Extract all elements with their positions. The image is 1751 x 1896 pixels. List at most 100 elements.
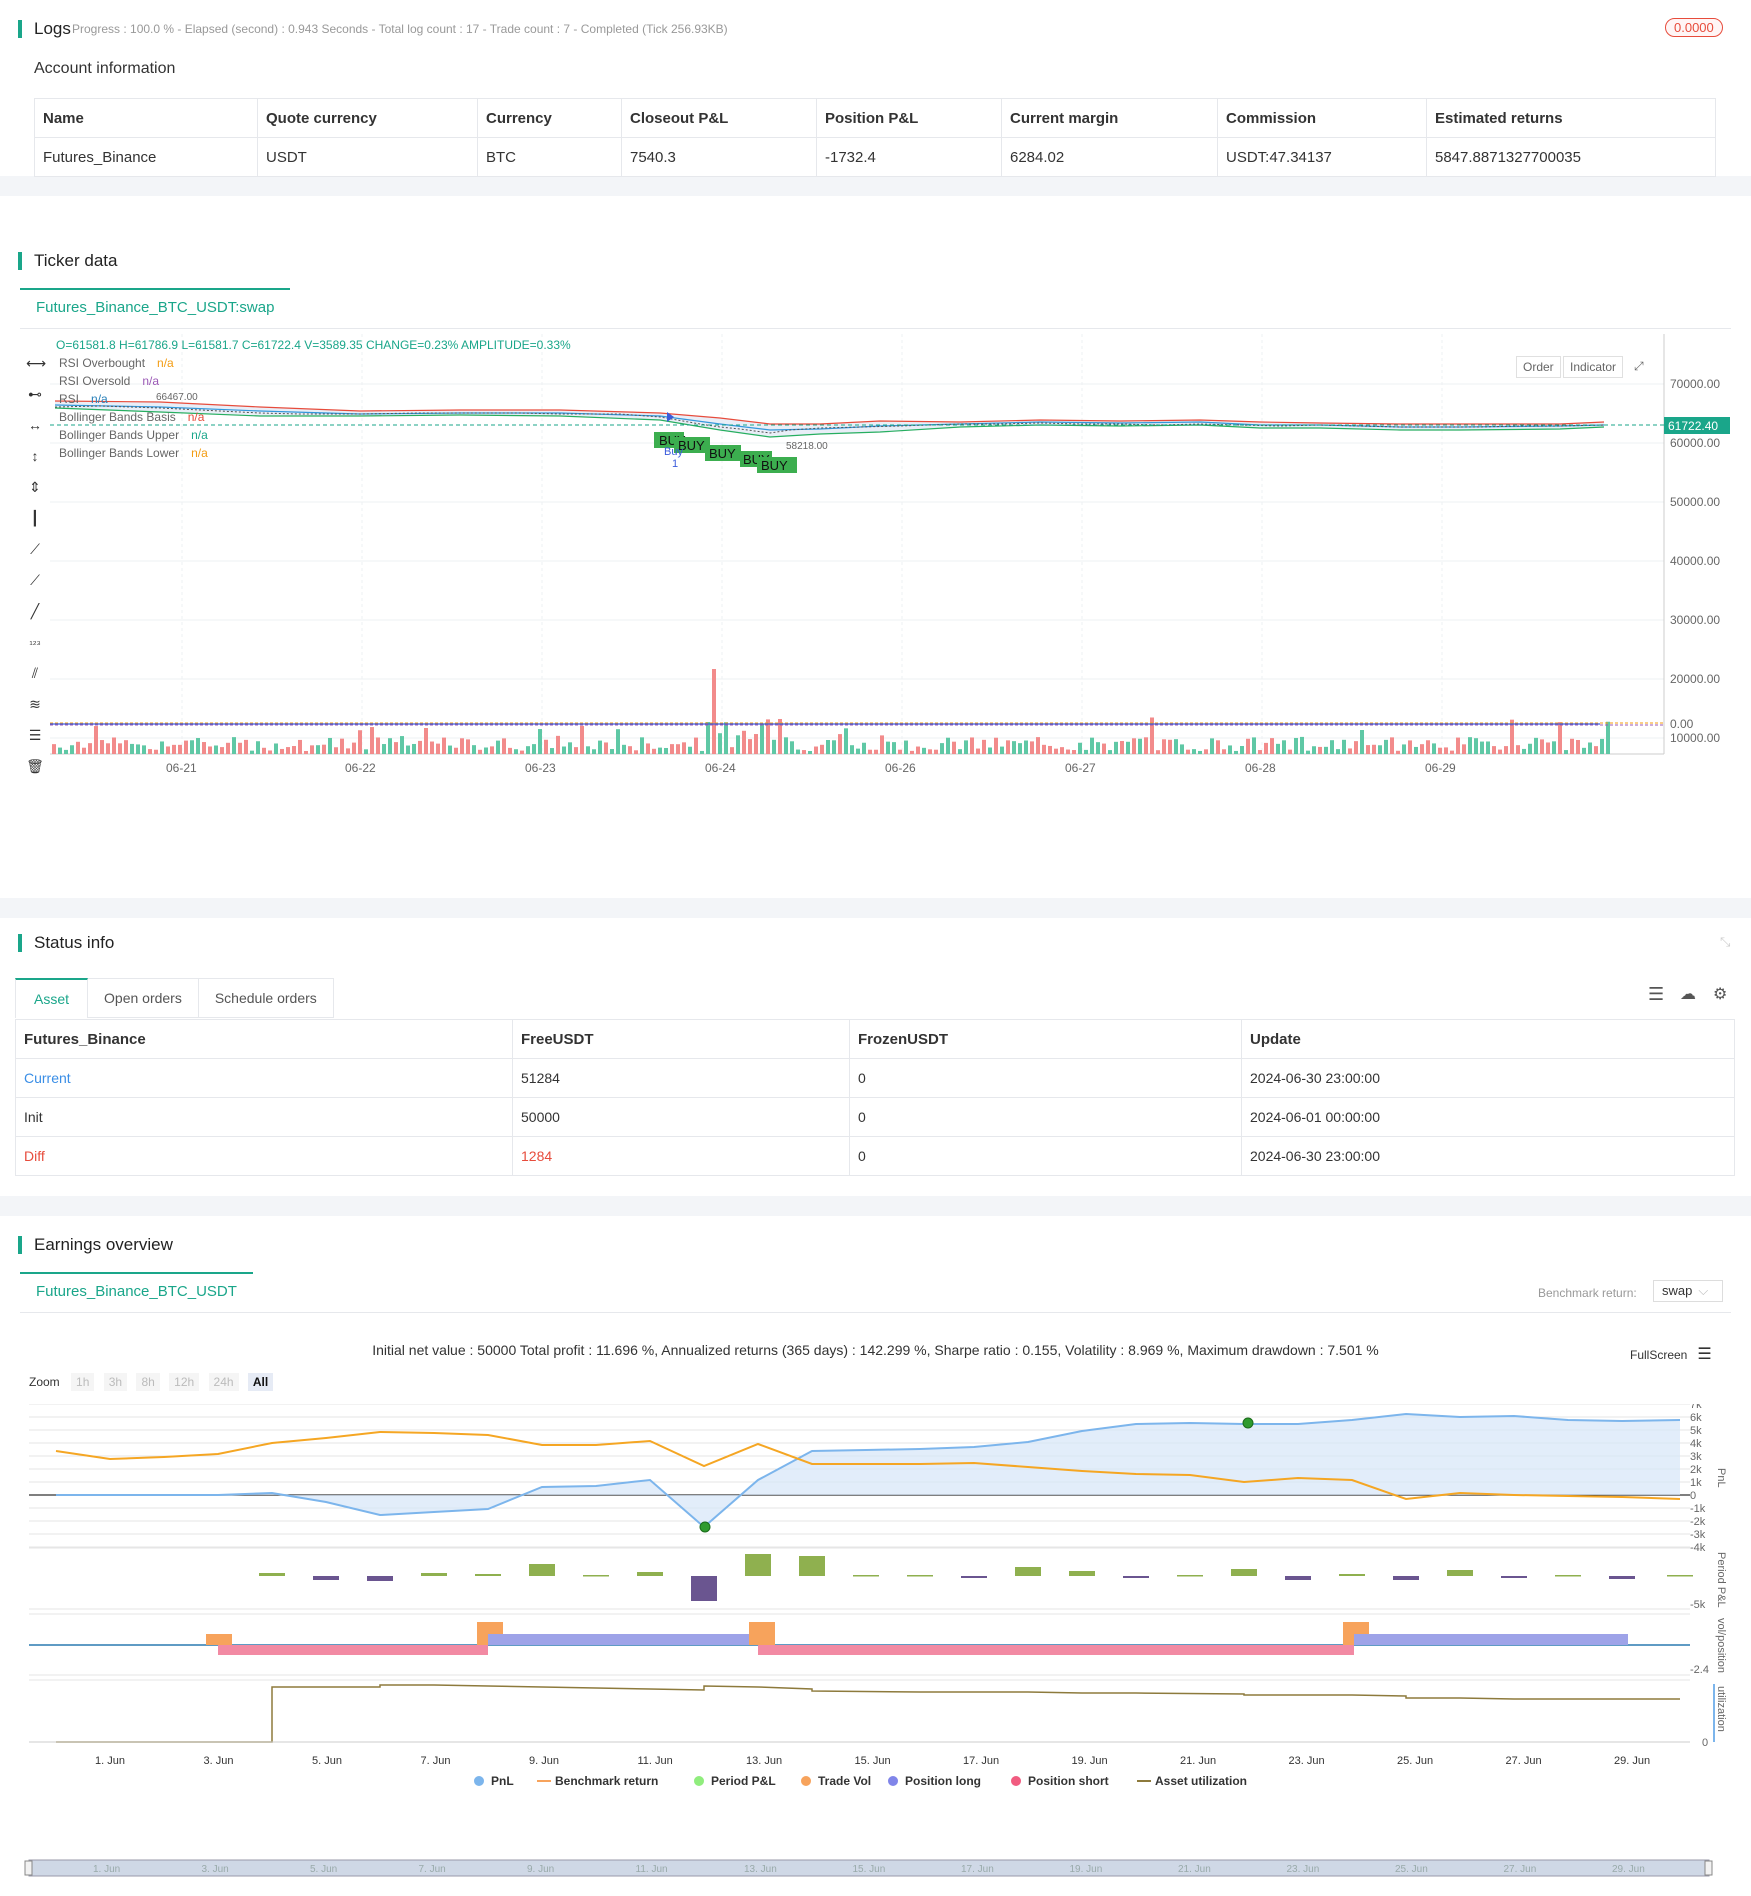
volume-bar: [1390, 737, 1394, 754]
benchmark-value: swap: [1662, 1283, 1693, 1298]
y-tick: 0.00: [1670, 717, 1694, 731]
volume-bar: [460, 738, 464, 754]
navigator-x-tick: 5. Jun: [310, 1864, 337, 1875]
volume-bar: [610, 749, 614, 754]
zoom-12h-button[interactable]: 12h: [169, 1373, 200, 1391]
asset-header: Futures_Binance: [15, 1019, 513, 1059]
zoom-3h-button[interactable]: 3h: [103, 1373, 128, 1391]
benchmark-select[interactable]: swap ⌵: [1653, 1280, 1723, 1302]
tab-earnings-symbol[interactable]: Futures_Binance_BTC_USDT: [20, 1272, 253, 1310]
y-tick: 10000.00: [1670, 731, 1720, 745]
logs-title: Logs: [18, 20, 71, 38]
pnl-area: [56, 1414, 1680, 1527]
volume-bar: [868, 749, 872, 754]
account-header: Current margin: [1001, 98, 1218, 138]
tab-ticker-swap[interactable]: Futures_Binance_BTC_USDT:swap: [20, 288, 291, 326]
zoom-1h-button[interactable]: 1h: [71, 1373, 95, 1391]
volume-bar: [1102, 743, 1106, 754]
volume-bar: [58, 747, 62, 754]
period-pnl-bar: [259, 1573, 285, 1576]
volume-bar: [106, 743, 110, 754]
zoom-24h-button[interactable]: 24h: [208, 1373, 239, 1391]
volume-bar: [664, 747, 668, 754]
pnl-y-tick: 1k: [1690, 1477, 1702, 1489]
volume-bar: [334, 747, 338, 754]
volume-bar: [562, 746, 566, 754]
volume-bar: [1234, 750, 1238, 754]
legend-item[interactable]: Asset utilization: [1137, 1774, 1247, 1788]
zoom-8h-button[interactable]: 8h: [136, 1373, 160, 1391]
asset-cell: 0: [849, 1097, 1242, 1137]
legend-item[interactable]: PnL: [474, 1774, 514, 1788]
volume-bar: [880, 735, 884, 754]
gear-icon[interactable]: ⚙: [1713, 984, 1727, 1004]
earnings-x-tick: 7. Jun: [421, 1755, 451, 1767]
volume-bar: [1516, 745, 1520, 754]
volume-bar: [796, 749, 800, 754]
y-tick: 60000.00: [1670, 436, 1720, 450]
volume-bar: [1588, 742, 1592, 754]
volume-bar: [628, 746, 632, 754]
list-icon[interactable]: ☰: [1648, 984, 1664, 1005]
volume-bar: [1528, 743, 1532, 754]
row-label-current: Current: [15, 1058, 513, 1098]
legend-value: n/a: [142, 374, 159, 388]
volume-bar: [652, 748, 656, 754]
account-cell: 6284.02: [1001, 137, 1218, 177]
earnings-x-tick: 21. Jun: [1180, 1755, 1216, 1767]
earnings-x-tick: 29. Jun: [1614, 1755, 1650, 1767]
volume-bar: [1486, 741, 1490, 754]
legend-label: Position short: [1028, 1774, 1109, 1788]
vol-tick: -2.4: [1690, 1664, 1709, 1676]
asset-cell: 1284: [512, 1136, 850, 1176]
volume-bar: [1558, 722, 1562, 754]
volume-bar: [736, 735, 740, 754]
volume-bar: [196, 738, 200, 754]
fullscreen-button[interactable]: FullScreen ☰: [1630, 1344, 1712, 1364]
zoom-label: Zoom: [29, 1375, 60, 1389]
legend-item[interactable]: Position long: [888, 1774, 981, 1788]
legend-item[interactable]: Benchmark return: [537, 1774, 658, 1788]
period-pnl-bar: [1123, 1576, 1149, 1578]
volume-bar: [1174, 739, 1178, 754]
navigator-handle-right[interactable]: [1704, 1860, 1713, 1876]
volume-bar: [1522, 748, 1526, 754]
cloud-download-icon[interactable]: ☁: [1680, 984, 1696, 1004]
earnings-title: Earnings overview: [18, 1236, 173, 1254]
tab-schedule-orders[interactable]: Schedule orders: [198, 978, 334, 1018]
volume-bar: [244, 739, 248, 754]
volume-bar: [1126, 741, 1130, 754]
zoom-bar: Zoom 1h 3h 8h 12h 24h All: [29, 1373, 279, 1391]
legend-item[interactable]: Position short: [1011, 1774, 1109, 1788]
volume-bar: [976, 748, 980, 754]
volume-bar: [904, 740, 908, 754]
volume-bar: [1444, 747, 1448, 754]
earnings-chart: 7k6k5k4k3k2k1k0-1k-2k-3k-4k PnL -5k Peri…: [24, 1404, 1727, 1877]
volume-bar: [532, 744, 536, 754]
tab-open-orders[interactable]: Open orders: [88, 978, 199, 1018]
volume-bar: [502, 738, 506, 754]
table-row: Futures_Binance USDT BTC 7540.3 -1732.4 …: [34, 137, 1716, 177]
legend-item[interactable]: Trade Vol: [801, 1774, 871, 1788]
volume-bar: [898, 749, 902, 754]
volume-bar: [1534, 737, 1538, 754]
axis-title-util: utilization: [1715, 1686, 1727, 1732]
volume-bar: [1192, 749, 1196, 754]
volume-bar: [484, 747, 488, 754]
zoom-all-button[interactable]: All: [247, 1373, 274, 1391]
collapse-icon[interactable]: ⤡: [1720, 934, 1730, 950]
tab-asset[interactable]: Asset: [15, 978, 89, 1018]
volume-bar: [466, 739, 470, 754]
volume-bar: [748, 739, 752, 754]
legend-item[interactable]: Period P&L: [694, 1774, 776, 1788]
volume-bar: [364, 749, 368, 754]
account-cell: Futures_Binance: [34, 137, 258, 177]
legend-swatch: [694, 1776, 704, 1786]
volume-bar: [640, 737, 644, 754]
account-header: Closeout P&L: [621, 98, 817, 138]
volume-bar: [160, 741, 164, 754]
legend-value: n/a: [91, 392, 108, 406]
volume-bar: [1084, 749, 1088, 754]
volume-bar: [394, 742, 398, 754]
navigator-handle-left[interactable]: [24, 1860, 33, 1876]
